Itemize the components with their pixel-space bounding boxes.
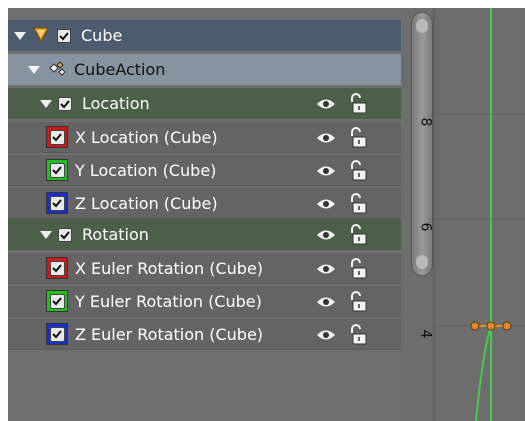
unlocked-padlock-icon[interactable] — [348, 290, 368, 313]
group-label: Rotation — [82, 225, 149, 244]
fcurve-label: Z Location (Cube) — [75, 193, 218, 213]
graph-editor-window: Cube CubeAction Location X Location (Cub… — [8, 8, 525, 421]
unlocked-padlock-icon[interactable] — [348, 223, 368, 246]
channel-toggles — [316, 155, 368, 186]
vertical-scrollbar[interactable] — [411, 12, 433, 276]
fcurve-label: Z Euler Rotation (Cube) — [75, 324, 264, 344]
channel-visibility-checkbox[interactable] — [49, 129, 65, 145]
y-tick-label: 6 — [417, 222, 434, 232]
scrollbar-bottom-handle[interactable] — [416, 255, 428, 269]
y-tick-label: 8 — [417, 117, 434, 127]
channel-toggles — [316, 253, 368, 284]
group-visibility-checkbox[interactable] — [58, 227, 72, 242]
scrollbar-top-handle[interactable] — [416, 19, 428, 33]
channel-visibility-checkbox[interactable] — [49, 260, 65, 276]
fcurve-row-x-location[interactable]: X Location (Cube) — [8, 122, 401, 153]
channel-toggles — [316, 188, 368, 219]
fcurve-label: Y Euler Rotation (Cube) — [75, 291, 262, 311]
unlocked-padlock-icon[interactable] — [348, 323, 368, 346]
group-toggles — [316, 219, 368, 250]
expand-triangle-icon[interactable] — [14, 31, 26, 40]
channel-visibility-checkbox[interactable] — [49, 195, 65, 211]
channel-region: Cube CubeAction Location X Location (Cub… — [8, 8, 401, 421]
fcurve-row-z-euler-rotation[interactable]: Z Euler Rotation (Cube) — [8, 319, 401, 350]
channel-visibility-checkbox[interactable] — [49, 162, 65, 178]
eye-icon[interactable] — [316, 97, 336, 111]
fcurve-row-y-location[interactable]: Y Location (Cube) — [8, 155, 401, 186]
object-channel-row[interactable]: Cube — [8, 20, 401, 51]
channel-toggles — [316, 319, 368, 350]
y-tick-label: 4 — [417, 329, 434, 339]
keyframe-point — [486, 321, 496, 331]
action-icon — [46, 59, 68, 81]
unlocked-padlock-icon[interactable] — [348, 92, 368, 115]
keyframe-handle-right — [502, 321, 512, 331]
eye-icon[interactable] — [316, 228, 336, 242]
fcurve-row-x-euler-rotation[interactable]: X Euler Rotation (Cube) — [8, 253, 401, 284]
object-data-icon — [32, 25, 50, 47]
eye-icon[interactable] — [316, 262, 336, 276]
action-label: CubeAction — [74, 60, 166, 79]
eye-icon[interactable] — [316, 164, 336, 178]
fcurve-label: X Location (Cube) — [75, 127, 218, 147]
object-visibility-checkbox[interactable] — [57, 28, 71, 43]
keyframe-handle-left — [470, 321, 480, 331]
fcurve-row-y-euler-rotation[interactable]: Y Euler Rotation (Cube) — [8, 286, 401, 317]
unlocked-padlock-icon[interactable] — [348, 257, 368, 280]
group-row-rotation[interactable]: Rotation — [8, 219, 401, 250]
fcurve-line — [475, 325, 492, 421]
eye-icon[interactable] — [316, 328, 336, 342]
fcurve-row-z-location[interactable]: Z Location (Cube) — [8, 188, 401, 219]
expand-triangle-icon[interactable] — [28, 65, 40, 74]
channel-color-swatch[interactable] — [46, 323, 68, 345]
eye-icon[interactable] — [316, 131, 336, 145]
eye-icon[interactable] — [316, 197, 336, 211]
unlocked-padlock-icon[interactable] — [348, 159, 368, 182]
channel-toggles — [316, 122, 368, 153]
channel-toggles — [316, 286, 368, 317]
channel-color-swatch[interactable] — [46, 257, 68, 279]
fcurve-label: Y Location (Cube) — [75, 160, 217, 180]
unlocked-padlock-icon[interactable] — [348, 126, 368, 149]
group-label: Location — [82, 94, 150, 113]
eye-icon[interactable] — [316, 295, 336, 309]
graph-region[interactable]: 8 6 4 — [401, 8, 525, 421]
expand-triangle-icon[interactable] — [40, 99, 52, 108]
expand-triangle-icon[interactable] — [40, 230, 52, 239]
action-channel-row[interactable]: CubeAction — [8, 54, 401, 85]
channel-color-swatch[interactable] — [46, 290, 68, 312]
group-row-location[interactable]: Location — [8, 88, 401, 119]
group-toggles — [316, 88, 368, 119]
channel-color-swatch[interactable] — [46, 192, 68, 214]
unlocked-padlock-icon[interactable] — [348, 192, 368, 215]
group-visibility-checkbox[interactable] — [58, 96, 72, 111]
fcurve-label: X Euler Rotation (Cube) — [75, 258, 264, 278]
channel-visibility-checkbox[interactable] — [49, 293, 65, 309]
channel-color-swatch[interactable] — [46, 126, 68, 148]
channel-color-swatch[interactable] — [46, 159, 68, 181]
channel-visibility-checkbox[interactable] — [49, 326, 65, 342]
object-label: Cube — [81, 26, 123, 45]
